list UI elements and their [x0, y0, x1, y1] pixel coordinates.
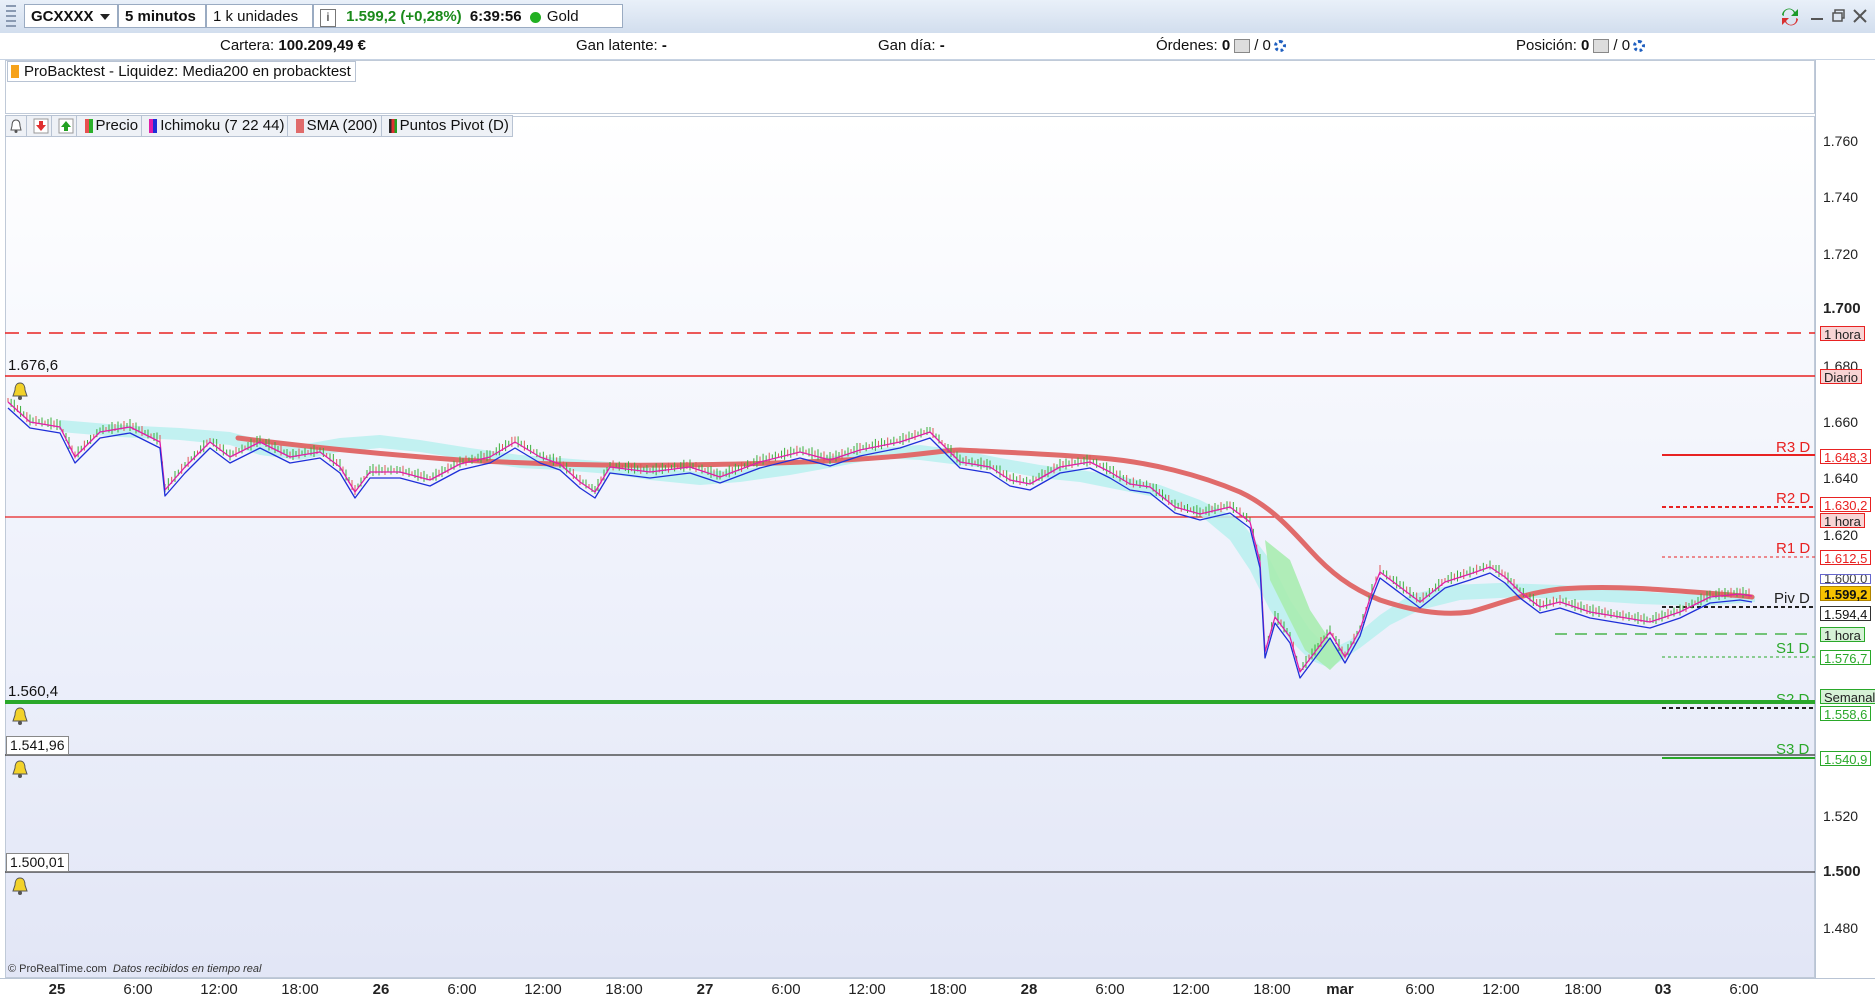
y-tick: 1.760 [1823, 133, 1859, 149]
pivot-label: Piv D [1774, 590, 1810, 607]
s1-tag: 1.576,7 [1820, 650, 1872, 666]
pivot-s2-label: S2 D [1776, 691, 1810, 708]
y-tick: 1.520 [1823, 808, 1859, 824]
x-tick: 18:00 [929, 981, 967, 998]
partial-price-tag: 1.600,0 [1820, 574, 1872, 584]
x-tick: 12:00 [848, 981, 886, 998]
daily-tag: Diario [1820, 369, 1862, 385]
y-tick: 1.660 [1823, 414, 1859, 430]
y-tick: 1.700 [1823, 300, 1861, 317]
y-tick: 1.500 [1823, 863, 1861, 880]
s2-tag: 1.558,6 [1820, 706, 1872, 722]
pivot-r1-label: R1 D [1776, 540, 1811, 557]
x-tick: 26 [372, 981, 390, 998]
y-tick: 1.640 [1823, 470, 1859, 486]
y-tick: 1.720 [1823, 246, 1859, 262]
x-tick: 18:00 [281, 981, 319, 998]
pivot-r3-label: R3 D [1776, 439, 1811, 456]
hour-tag: 1 hora [1820, 513, 1865, 529]
alert-bell-icon[interactable] [10, 706, 28, 725]
x-tick: 18:00 [605, 981, 643, 998]
x-tick: 6:00 [1095, 981, 1125, 998]
x-tick: 28 [1020, 981, 1038, 998]
realtime-note: Datos recibidos en tiempo real [112, 963, 262, 975]
x-tick: 12:00 [1172, 981, 1210, 998]
r3-tag: 1.648,3 [1820, 449, 1872, 465]
pivot-s1-label: S1 D [1776, 640, 1810, 657]
x-tick: 12:00 [524, 981, 562, 998]
pivot-s3-label: S3 D [1776, 741, 1810, 758]
y-tick: 1.740 [1823, 189, 1859, 205]
r1-tag: 1.612,5 [1820, 550, 1872, 566]
s3-tag: 1.540,9 [1820, 751, 1872, 767]
x-tick: 18:00 [1564, 981, 1602, 998]
brand-label: © ProRealTime.com [8, 963, 107, 975]
x-tick: 6:00 [1729, 981, 1759, 998]
x-tick: 03 [1654, 981, 1672, 998]
pivot-r2-label: R2 D [1776, 490, 1811, 507]
current-price-tag: 1.599,2 [1820, 586, 1872, 602]
alert-bell-icon[interactable] [10, 759, 28, 778]
x-tick: mar [1326, 981, 1354, 998]
data-source-note: © ProRealTime.com Datos recibidos en tie… [8, 963, 261, 975]
level-1560-label: 1.560,4 [8, 683, 59, 700]
x-tick: 6:00 [123, 981, 153, 998]
r2-tag: 1.630,2 [1820, 497, 1872, 513]
alert-bell-icon[interactable] [10, 381, 28, 400]
x-tick: 6:00 [771, 981, 801, 998]
level-1541-label: 1.541,96 [6, 736, 69, 755]
x-tick: 12:00 [200, 981, 238, 998]
hour-tag: 1 hora [1820, 627, 1865, 643]
x-tick: 12:00 [1482, 981, 1520, 998]
x-tick: 27 [696, 981, 714, 998]
alert-bell-icon[interactable] [10, 876, 28, 895]
level-1500-label: 1.500,01 [6, 853, 69, 872]
weekly-tag: Semanal [1820, 689, 1875, 705]
price-chart[interactable] [0, 0, 1875, 1000]
y-tick: 1.480 [1823, 920, 1859, 936]
x-tick: 25 [48, 981, 66, 998]
level-1676-label: 1.676,6 [8, 357, 59, 374]
x-tick: 18:00 [1253, 981, 1291, 998]
x-tick: 6:00 [447, 981, 477, 998]
x-tick: 6:00 [1405, 981, 1435, 998]
hour-tag: 1 hora [1820, 326, 1865, 342]
y-tick: 1.620 [1823, 527, 1859, 543]
pivot-tag: 1.594,4 [1820, 606, 1872, 622]
